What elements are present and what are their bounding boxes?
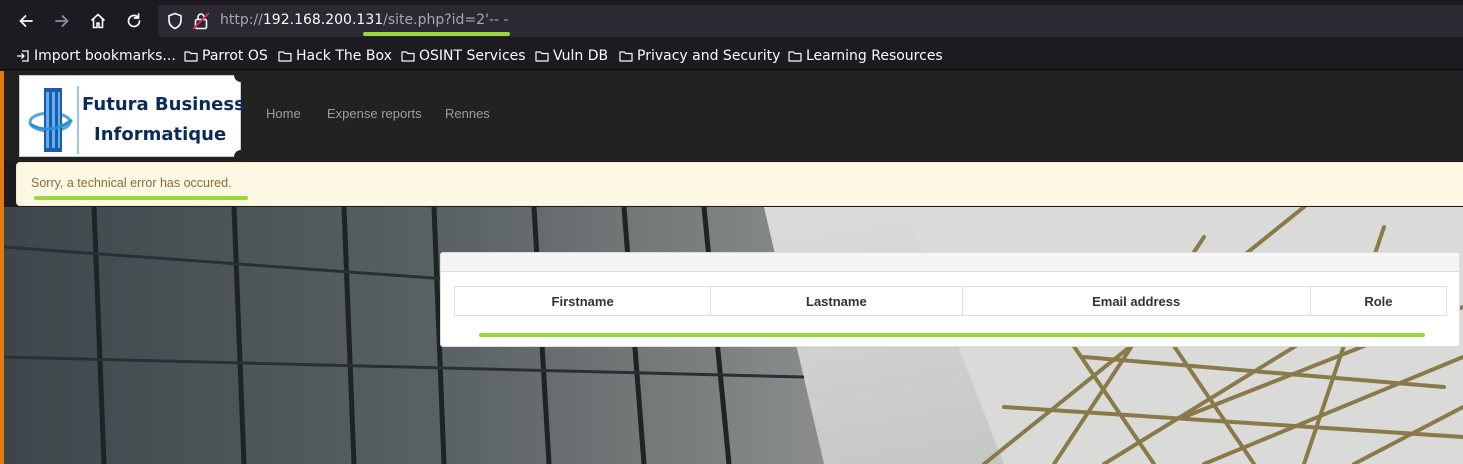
users-panel: Firstname Lastname Email address Role [440, 252, 1460, 347]
column-header-firstname: Firstname [453, 286, 712, 316]
bookmark-folder-vuln-db[interactable]: Vuln DB [535, 46, 608, 66]
url-highlight-underline [363, 32, 510, 36]
bookmark-folder-learning-resources[interactable]: Learning Resources [788, 46, 943, 66]
folder-icon [619, 51, 633, 62]
window-edge [0, 71, 4, 464]
bookmark-label: Parrot OS [202, 48, 268, 64]
web-page: Futura Business Informatique Home Expens… [0, 71, 1463, 464]
bookmark-folder-hack-the-box[interactable]: Hack The Box [278, 46, 392, 66]
browser-toolbar: http://192.168.200.131/site.php?id=2'-- … [0, 0, 1463, 42]
folder-icon [535, 51, 549, 62]
url-scheme: http:// [220, 12, 263, 28]
nav-home[interactable]: Home [266, 106, 301, 121]
nav-expense-reports[interactable]: Expense reports [327, 106, 422, 121]
users-table: Firstname Lastname Email address Role [453, 286, 1448, 316]
bookmark-label: Import bookmarks... [34, 48, 176, 64]
bookmark-import[interactable]: Import bookmarks... [16, 46, 176, 66]
reload-icon [127, 13, 141, 28]
error-alert: Sorry, a technical error has occured. [16, 162, 1463, 206]
bookmarks-bar: Import bookmarks... Parrot OS Hack The B… [0, 42, 1463, 70]
url-text[interactable]: http://192.168.200.131/site.php?id=2'-- … [220, 12, 509, 28]
back-button[interactable] [14, 9, 38, 33]
folder-icon [788, 51, 802, 62]
insecure-lock-icon[interactable] [192, 11, 210, 31]
folder-icon [401, 51, 415, 62]
logo-text-line1: Futura Business [82, 94, 245, 115]
bookmark-folder-privacy-and-security[interactable]: Privacy and Security [619, 46, 780, 66]
column-header-lastname: Lastname [710, 286, 963, 316]
bookmark-folder-parrot-os[interactable]: Parrot OS [184, 46, 268, 66]
shield-icon[interactable] [166, 12, 184, 30]
bookmark-label: OSINT Services [419, 48, 526, 64]
url-host: 192.168.200.131 [262, 12, 384, 28]
error-highlight-underline [34, 196, 248, 200]
bookmark-label: Hack The Box [296, 48, 392, 64]
panel-heading [441, 253, 1459, 272]
column-header-role: Role [1309, 286, 1448, 316]
site-navbar: Futura Business Informatique Home Expens… [4, 71, 1463, 164]
forward-arrow-icon [55, 15, 69, 27]
home-icon [90, 13, 106, 29]
table-header-row: Firstname Lastname Email address Role [453, 286, 1448, 316]
home-button[interactable] [86, 9, 110, 33]
company-logo[interactable]: Futura Business Informatique [19, 71, 248, 164]
nav-rennes[interactable]: Rennes [445, 106, 490, 121]
table-highlight-underline [479, 333, 1425, 337]
reload-button[interactable] [122, 9, 146, 33]
building-logo-icon [28, 86, 79, 154]
logo-notch [234, 71, 248, 82]
forward-button[interactable] [50, 9, 74, 33]
folder-icon [184, 51, 198, 62]
bookmark-label: Learning Resources [806, 48, 943, 64]
bookmark-label: Privacy and Security [637, 48, 781, 64]
folder-icon [278, 51, 292, 62]
error-message: Sorry, a technical error has occured. [31, 176, 232, 190]
bookmark-folder-osint-services[interactable]: OSINT Services [401, 46, 526, 66]
back-arrow-icon [19, 15, 33, 27]
url-path: /site.php?id=2'-- - [383, 12, 509, 28]
address-bar[interactable]: http://192.168.200.131/site.php?id=2'-- … [158, 5, 1463, 37]
logo-text-line2: Informatique [94, 124, 227, 145]
column-header-email: Email address [961, 286, 1311, 316]
import-icon [17, 50, 29, 62]
bookmark-label: Vuln DB [553, 48, 609, 64]
